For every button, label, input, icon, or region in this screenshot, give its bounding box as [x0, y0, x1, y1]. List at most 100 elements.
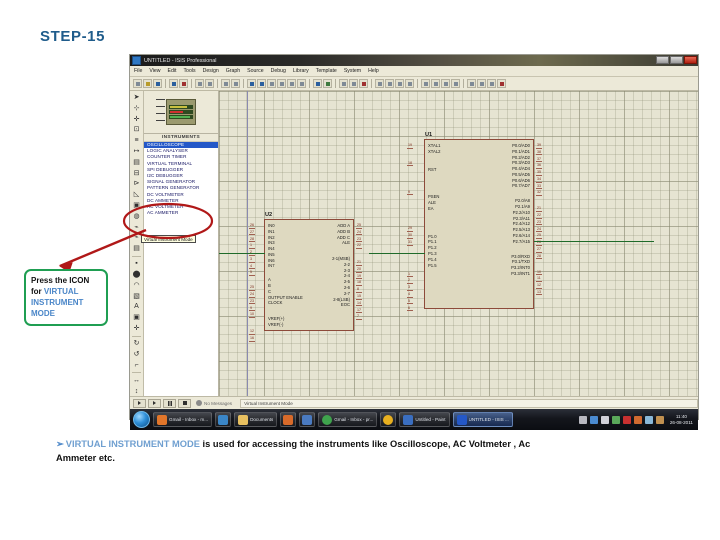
zoom-area-icon[interactable]: [287, 79, 296, 88]
device-pin-mode-icon[interactable]: ⊳: [132, 179, 142, 188]
internet-explorer-taskbar-item[interactable]: [215, 412, 232, 427]
menu-edit[interactable]: Edit: [168, 68, 177, 74]
component-u1[interactable]: U1 XTAL1 XTAL2 RST PSEN ALE EA P1.0 P1.1…: [424, 132, 534, 309]
play-button[interactable]: [133, 398, 146, 408]
start-orb[interactable]: [133, 411, 150, 428]
open-file-icon[interactable]: [143, 79, 152, 88]
selection-mode-icon[interactable]: ➤: [132, 93, 142, 102]
explorer-taskbar-item[interactable]: Documents: [234, 412, 278, 427]
2d-arc-mode-icon[interactable]: ◠: [132, 281, 142, 290]
export-icon[interactable]: [179, 79, 188, 88]
acrobat-taskbar-item[interactable]: [380, 412, 397, 427]
save-file-icon[interactable]: [153, 79, 162, 88]
2d-path-mode-icon[interactable]: ▧: [132, 291, 142, 300]
stop-button[interactable]: [178, 398, 191, 408]
component-u2[interactable]: U2 IN0 IN1 IN2 IN3 IN4 IN5 IN6 IN7 A B C…: [264, 212, 354, 331]
menu-design[interactable]: Design: [203, 68, 219, 74]
firefox-taskbar-item[interactable]: Gmail - Inbox - m...: [153, 412, 213, 427]
current-probe-mode-icon[interactable]: ⌁: [132, 233, 142, 242]
print-icon[interactable]: [195, 79, 204, 88]
menu-debug[interactable]: Debug: [271, 68, 286, 74]
wire-label-mode-icon[interactable]: ⊡: [132, 125, 142, 134]
mirror-y-icon[interactable]: ↕: [132, 387, 142, 396]
text-script-mode-icon[interactable]: ≡: [132, 136, 142, 145]
subcircuit-mode-icon[interactable]: ▤: [132, 158, 142, 167]
menu-system[interactable]: System: [344, 68, 361, 74]
netlist-icon[interactable]: [467, 79, 476, 88]
network-icon[interactable]: [589, 415, 598, 424]
mirror-x-icon[interactable]: ↔: [132, 376, 142, 385]
block-delete-icon[interactable]: [405, 79, 414, 88]
isis-taskbar-item[interactable]: UNTITLED - ISIS ...: [452, 412, 513, 427]
block-move-icon[interactable]: [385, 79, 394, 88]
pick-device-icon[interactable]: [421, 79, 430, 88]
import-icon[interactable]: [169, 79, 178, 88]
undo-icon[interactable]: [313, 79, 322, 88]
refresh-icon[interactable]: [221, 79, 230, 88]
2d-symbol-mode-icon[interactable]: ▣: [132, 313, 142, 322]
update-icon[interactable]: [633, 415, 642, 424]
tape-recorder-mode-icon[interactable]: ▣: [132, 201, 142, 210]
packaging-tool-icon[interactable]: [441, 79, 450, 88]
volume-icon[interactable]: [600, 415, 609, 424]
downloads-taskbar-item[interactable]: [299, 412, 316, 427]
menu-template[interactable]: Template: [316, 68, 337, 74]
2d-box-mode-icon[interactable]: ▪: [132, 259, 142, 268]
list-item[interactable]: AC AMMETER: [144, 210, 218, 216]
virtual-instrument-mode-icon[interactable]: ▤: [132, 244, 142, 253]
safely-remove-icon[interactable]: [655, 415, 664, 424]
rotation-angle-icon[interactable]: ⌐: [132, 361, 142, 370]
ares-icon[interactable]: [497, 79, 506, 88]
action-center-icon[interactable]: [578, 415, 587, 424]
menu-help[interactable]: Help: [368, 68, 379, 74]
copy-icon[interactable]: [349, 79, 358, 88]
center-icon[interactable]: [257, 79, 266, 88]
bom-icon[interactable]: [487, 79, 496, 88]
step-button[interactable]: [148, 398, 161, 408]
close-button[interactable]: [684, 56, 697, 64]
terminals-mode-icon[interactable]: ⊟: [132, 168, 142, 177]
instrument-list[interactable]: OSCILLOSCOPE LOGIC ANALYSER COUNTER TIME…: [144, 142, 218, 396]
paint-taskbar-item[interactable]: Untitled - Paint: [399, 412, 450, 427]
schematic-canvas[interactable]: U1 XTAL1 XTAL2 RST PSEN ALE EA P1.0 P1.1…: [219, 91, 698, 396]
zoom-in-icon[interactable]: [267, 79, 276, 88]
cut-icon[interactable]: [339, 79, 348, 88]
chrome-taskbar-item[interactable]: Gmail - Inbox - pr...: [318, 412, 378, 427]
make-device-icon[interactable]: [431, 79, 440, 88]
antivirus-icon[interactable]: [622, 415, 631, 424]
menu-file[interactable]: File: [134, 68, 142, 74]
graph-mode-icon[interactable]: ◺: [132, 190, 142, 199]
origin-icon[interactable]: [247, 79, 256, 88]
battery-icon[interactable]: [611, 415, 620, 424]
grid-toggle-icon[interactable]: [231, 79, 240, 88]
taskbar-clock[interactable]: 11:40 26-08-2011: [667, 414, 693, 426]
paste-icon[interactable]: [359, 79, 368, 88]
2d-circle-mode-icon[interactable]: ⬤: [132, 270, 142, 279]
component-mode-icon[interactable]: ⊹: [132, 104, 142, 113]
erc-icon[interactable]: [477, 79, 486, 88]
rotate-anticlockwise-icon[interactable]: ↺: [132, 350, 142, 359]
generator-mode-icon[interactable]: ◍: [132, 212, 142, 221]
zoom-out-icon[interactable]: [277, 79, 286, 88]
print-area-icon[interactable]: [205, 79, 214, 88]
junction-dot-mode-icon[interactable]: ✛: [132, 115, 142, 124]
minimize-button[interactable]: [656, 56, 669, 64]
block-copy-icon[interactable]: [375, 79, 384, 88]
menu-graph[interactable]: Graph: [226, 68, 240, 74]
buses-mode-icon[interactable]: ↦: [132, 147, 142, 156]
block-rotate-icon[interactable]: [395, 79, 404, 88]
redo-icon[interactable]: [323, 79, 332, 88]
menu-library[interactable]: Library: [293, 68, 309, 74]
rotate-clockwise-icon[interactable]: ↻: [132, 339, 142, 348]
menu-source[interactable]: Source: [247, 68, 263, 74]
voltage-probe-mode-icon[interactable]: ⌁: [132, 222, 142, 231]
sync-icon[interactable]: [644, 415, 653, 424]
menu-view[interactable]: View: [149, 68, 160, 74]
2d-marker-mode-icon[interactable]: ✛: [132, 324, 142, 333]
decompose-icon[interactable]: [451, 79, 460, 88]
2d-text-mode-icon[interactable]: A: [132, 302, 142, 311]
zoom-all-icon[interactable]: [297, 79, 306, 88]
new-file-icon[interactable]: [133, 79, 142, 88]
menu-tools[interactable]: Tools: [183, 68, 195, 74]
pause-button[interactable]: [163, 398, 176, 408]
